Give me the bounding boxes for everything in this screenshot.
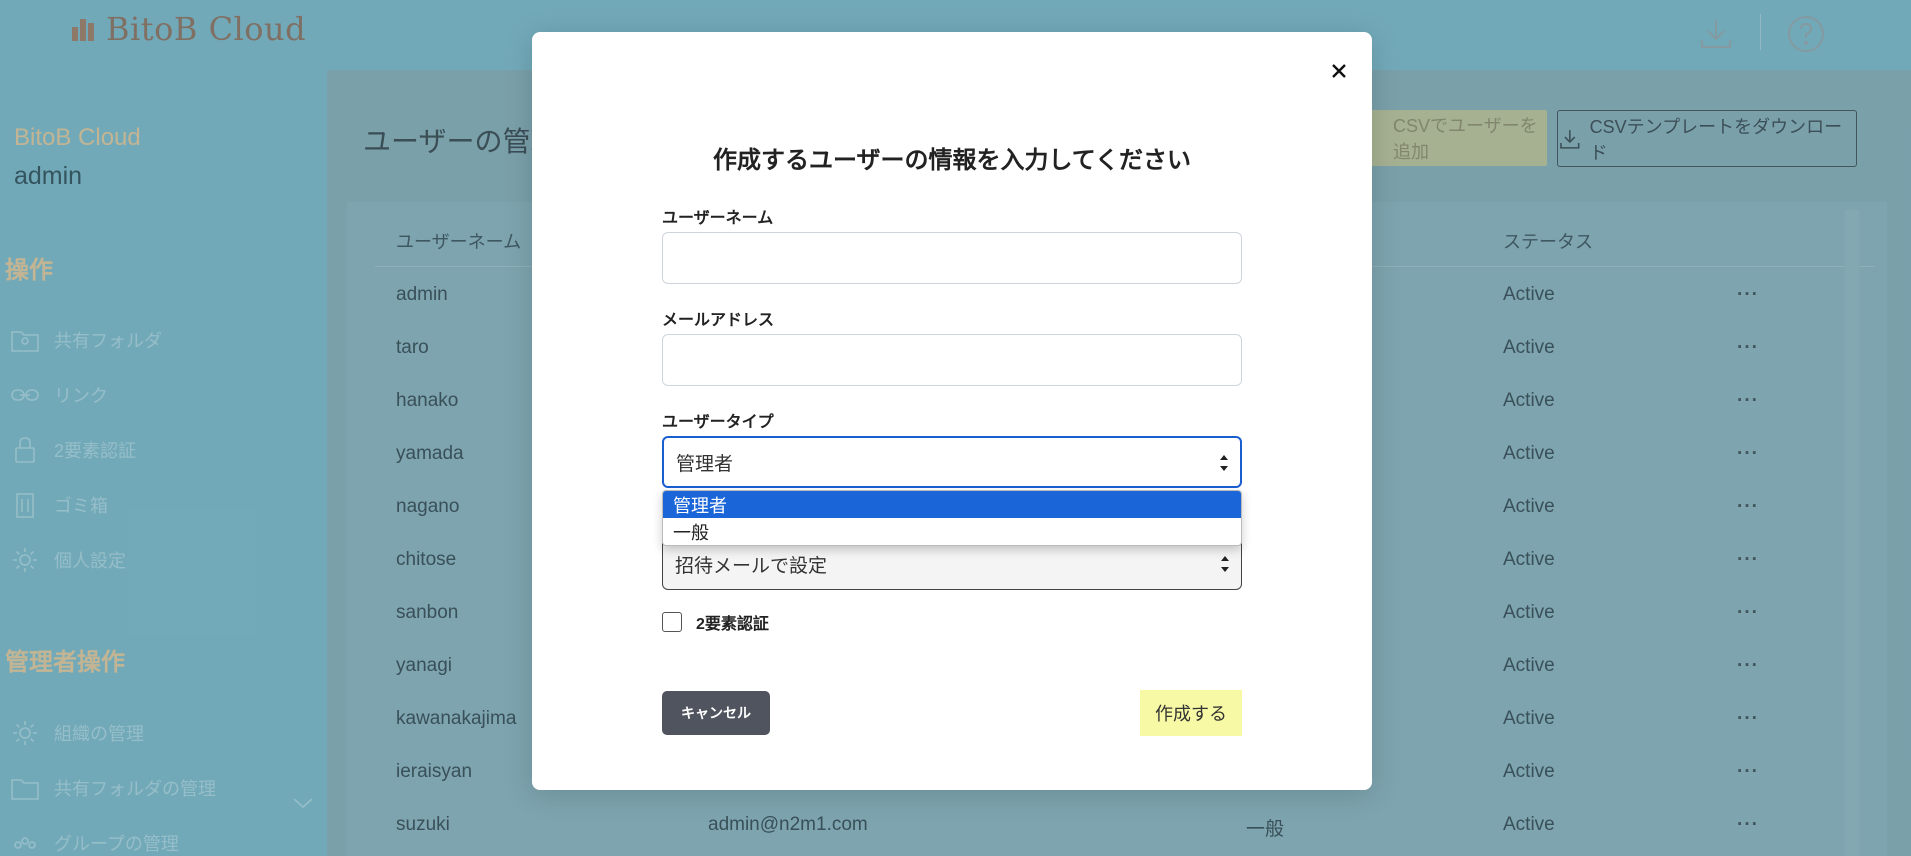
password-setting-value: 招待メールで設定 xyxy=(675,555,828,577)
usertype-option-admin[interactable]: 管理者 xyxy=(663,491,1241,518)
twofa-checkbox[interactable] xyxy=(662,612,682,632)
modal-title: 作成するユーザーの情報を入力してください xyxy=(712,147,1192,174)
select-arrows-icon xyxy=(1220,455,1228,471)
username-label: ユーザーネーム xyxy=(662,210,774,227)
usertype-dropdown: 管理者 一般 xyxy=(662,490,1242,546)
usertype-label: ユーザータイプ xyxy=(662,414,774,431)
create-user-modal: 作成するユーザーの情報を入力してください ユーザーネーム メールアドレス ユーザ… xyxy=(532,32,1372,790)
close-button[interactable] xyxy=(1322,54,1356,88)
usertype-select[interactable]: 管理者 xyxy=(662,436,1242,488)
usertype-option-general[interactable]: 一般 xyxy=(663,518,1241,545)
twofa-label: 2要素認証 xyxy=(696,616,769,633)
select-arrows-icon xyxy=(1221,556,1229,572)
create-button[interactable]: 作成する xyxy=(1140,690,1242,736)
cancel-button[interactable]: キャンセル xyxy=(662,691,770,735)
usertype-selected-value: 管理者 xyxy=(676,453,734,475)
twofa-checkbox-row[interactable]: 2要素認証 xyxy=(662,610,769,634)
username-input[interactable] xyxy=(662,232,1242,284)
close-icon xyxy=(1332,64,1346,78)
email-input[interactable] xyxy=(662,334,1242,386)
email-label: メールアドレス xyxy=(662,312,775,329)
